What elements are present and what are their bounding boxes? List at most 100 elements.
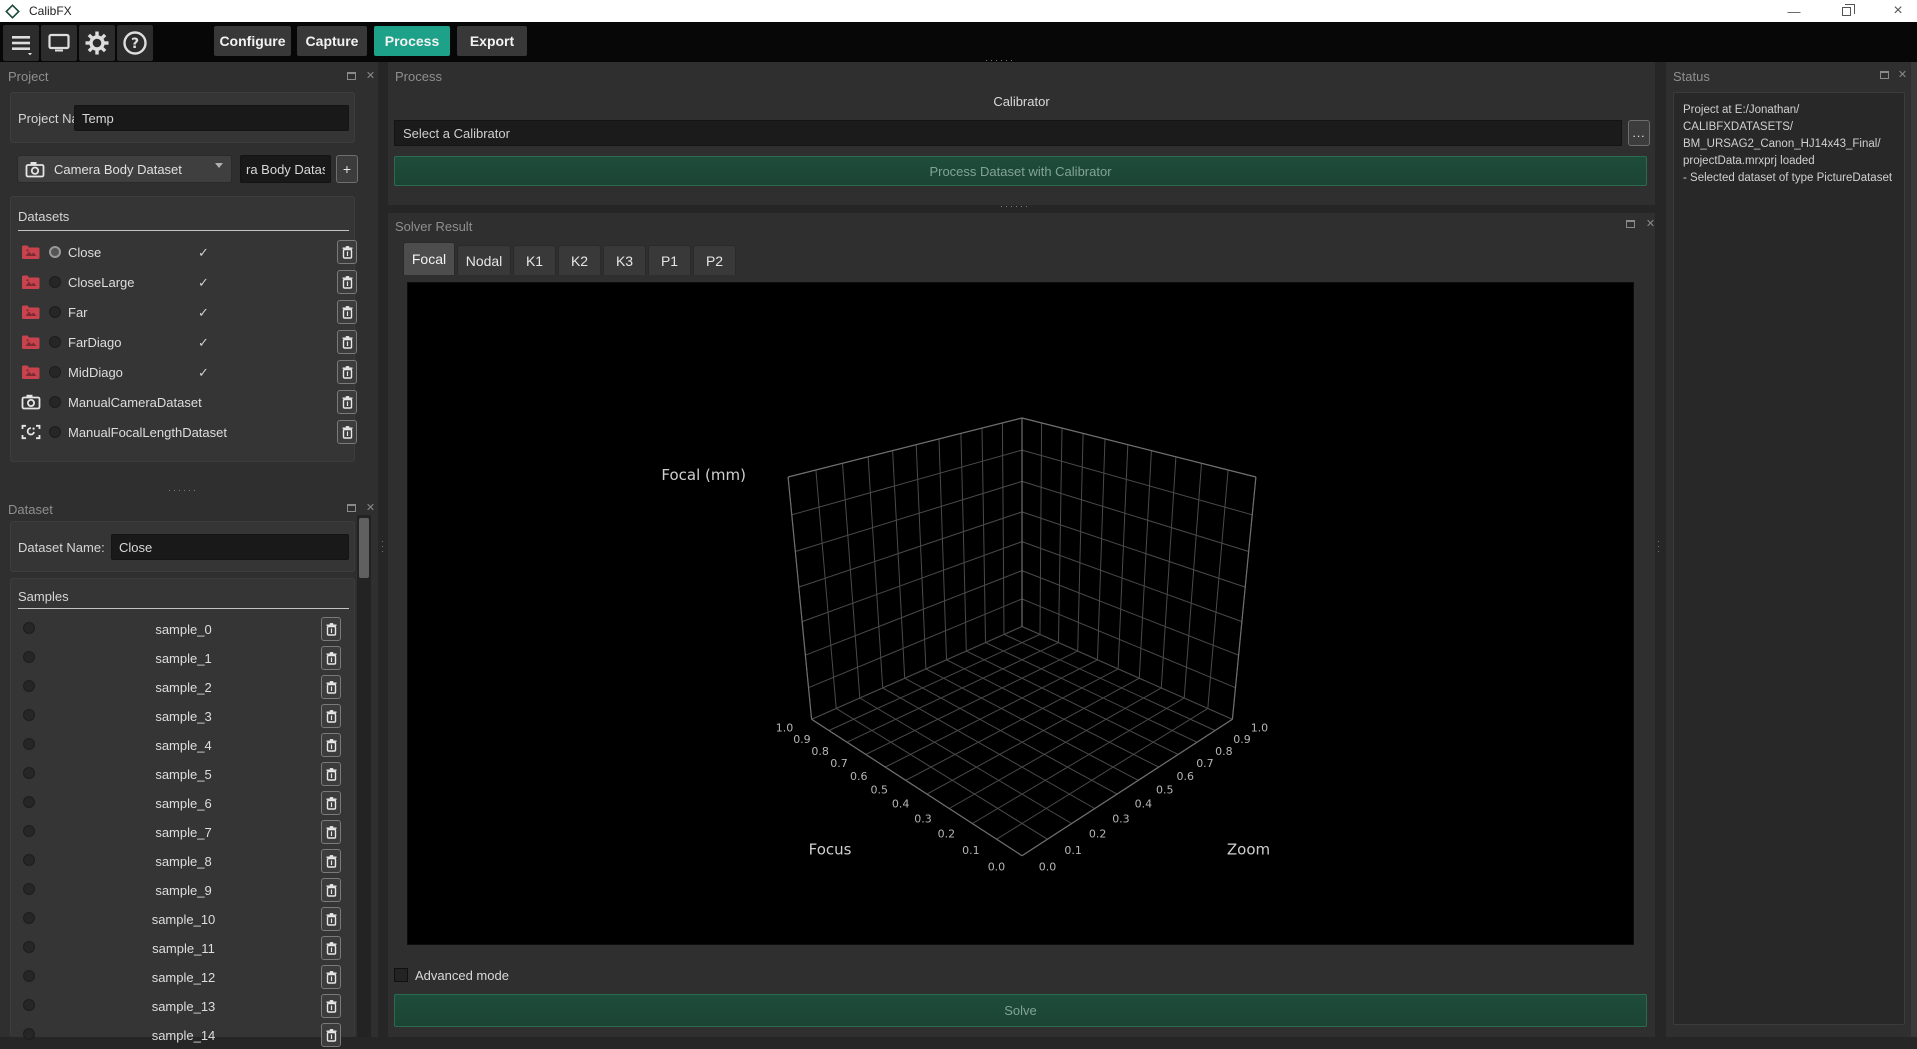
dataset-row[interactable]: Close✓ [11,237,356,267]
sample-row[interactable]: sample_11 [11,933,356,962]
delete-sample-button[interactable] [321,704,341,728]
delete-sample-button[interactable] [321,762,341,786]
dataset-type-select[interactable]: Camera Body Dataset [17,155,232,183]
sample-row[interactable]: sample_9 [11,875,356,904]
dataset-radio[interactable] [49,306,61,318]
process-dataset-button[interactable]: Process Dataset with Calibrator [394,156,1647,186]
dataset-radio[interactable] [49,396,61,408]
sample-row[interactable]: sample_2 [11,672,356,701]
project-panel-close-button[interactable]: ✕ [364,70,377,83]
delete-sample-button[interactable] [321,646,341,670]
vertical-splitter-handle[interactable]: ··· [378,540,388,555]
advanced-mode-checkbox[interactable] [394,968,408,982]
delete-sample-button[interactable] [321,791,341,815]
add-dataset-button[interactable]: + [336,155,358,183]
status-panel-close-button[interactable]: ✕ [1896,69,1909,82]
samples-scrollbar-track[interactable] [357,515,371,1037]
sample-row[interactable]: sample_3 [11,701,356,730]
close-button[interactable]: × [1887,0,1909,22]
solve-button[interactable]: Solve [394,994,1647,1027]
delete-sample-button[interactable] [321,820,341,844]
calibrator-select[interactable]: Select a Calibrator [394,120,1622,146]
solver-tab-p2[interactable]: P2 [693,245,736,275]
main-toolbar: ? ConfigureCaptureProcessExport [0,22,1917,62]
x-axis-label: Focus [809,841,852,859]
help-button[interactable]: ? [117,25,153,61]
window-title: CalibFX [29,4,72,18]
dataset-radio[interactable] [49,366,61,378]
delete-sample-button[interactable] [321,994,341,1018]
solver-tab-p1[interactable]: P1 [648,245,691,275]
horizontal-splitter-handle[interactable]: ······ [168,485,198,495]
delete-sample-button[interactable] [321,1023,341,1047]
delete-sample-button[interactable] [321,733,341,757]
dataset-row[interactable]: MidDiago✓ [11,357,356,387]
minimize-button[interactable]: — [1783,0,1805,22]
vertical-splitter-handle[interactable]: ··· [1654,540,1664,555]
camera-icon [25,161,45,178]
dataset-row[interactable]: CloseLarge✓ [11,267,356,297]
tab-capture[interactable]: Capture [297,26,367,56]
delete-dataset-button[interactable] [337,270,357,294]
solver-tab-nodal[interactable]: Nodal [457,245,511,275]
solver-panel-float-button[interactable] [1624,218,1637,231]
dataset-panel-float-button[interactable] [345,502,358,515]
delete-sample-button[interactable] [321,675,341,699]
sample-row[interactable]: sample_12 [11,962,356,991]
new-dataset-name-input[interactable] [240,155,331,183]
dataset-name-input[interactable] [111,534,349,560]
display-button[interactable] [41,25,77,61]
svg-text:0.7: 0.7 [830,757,848,770]
sample-row[interactable]: sample_4 [11,730,356,759]
sample-row[interactable]: sample_8 [11,846,356,875]
dataset-radio[interactable] [49,276,61,288]
browse-calibrator-button[interactable]: ... [1628,120,1650,146]
dataset-radio[interactable] [49,426,61,438]
menu-button[interactable] [3,25,39,61]
sample-row[interactable]: sample_1 [11,643,356,672]
dataset-row[interactable]: Far✓ [11,297,356,327]
dataset-radio[interactable] [49,246,61,258]
solver-tab-k3[interactable]: K3 [603,245,646,275]
delete-dataset-button[interactable] [337,300,357,324]
delete-dataset-button[interactable] [337,330,357,354]
delete-sample-button[interactable] [321,849,341,873]
solver-panel-close-button[interactable]: ✕ [1644,218,1657,231]
tab-process[interactable]: Process [374,26,450,56]
delete-dataset-button[interactable] [337,240,357,264]
solver-tab-k2[interactable]: K2 [558,245,601,275]
tab-configure[interactable]: Configure [214,26,291,56]
delete-sample-button[interactable] [321,907,341,931]
sample-row[interactable]: sample_5 [11,759,356,788]
sample-row[interactable]: sample_10 [11,904,356,933]
svg-text:0.5: 0.5 [871,784,889,797]
dataset-row[interactable]: ManualFocalLengthDataset [11,417,356,447]
sample-row[interactable]: sample_7 [11,817,356,846]
restore-button[interactable] [1835,0,1857,22]
dataset-row[interactable]: FarDiago✓ [11,327,356,357]
delete-sample-button[interactable] [321,936,341,960]
delete-dataset-button[interactable] [337,420,357,444]
status-panel-float-button[interactable] [1878,69,1891,82]
delete-sample-button[interactable] [321,878,341,902]
sample-row[interactable]: sample_14 [11,1020,356,1049]
samples-scrollbar-thumb[interactable] [359,518,369,578]
project-name-input[interactable] [74,105,349,131]
dataset-row[interactable]: ManualCameraDataset [11,387,356,417]
delete-sample-button[interactable] [321,617,341,641]
delete-dataset-button[interactable] [337,360,357,384]
sample-row[interactable]: sample_0 [11,614,356,643]
delete-sample-button[interactable] [321,965,341,989]
sample-row[interactable]: sample_13 [11,991,356,1020]
solver-tab-k1[interactable]: K1 [513,245,556,275]
sample-row[interactable]: sample_6 [11,788,356,817]
project-panel-float-button[interactable] [345,70,358,83]
dataset-radio[interactable] [49,336,61,348]
solver-3d-plot[interactable]: 0.00.10.20.30.40.50.60.70.80.91.00.00.10… [407,282,1634,945]
settings-button[interactable] [79,25,115,61]
solver-tab-focal[interactable]: Focal [403,242,455,275]
delete-dataset-button[interactable] [337,390,357,414]
horizontal-splitter-handle[interactable]: ······ [1000,201,1030,211]
tab-export[interactable]: Export [457,26,527,56]
dataset-panel-close-button[interactable]: ✕ [364,502,377,515]
